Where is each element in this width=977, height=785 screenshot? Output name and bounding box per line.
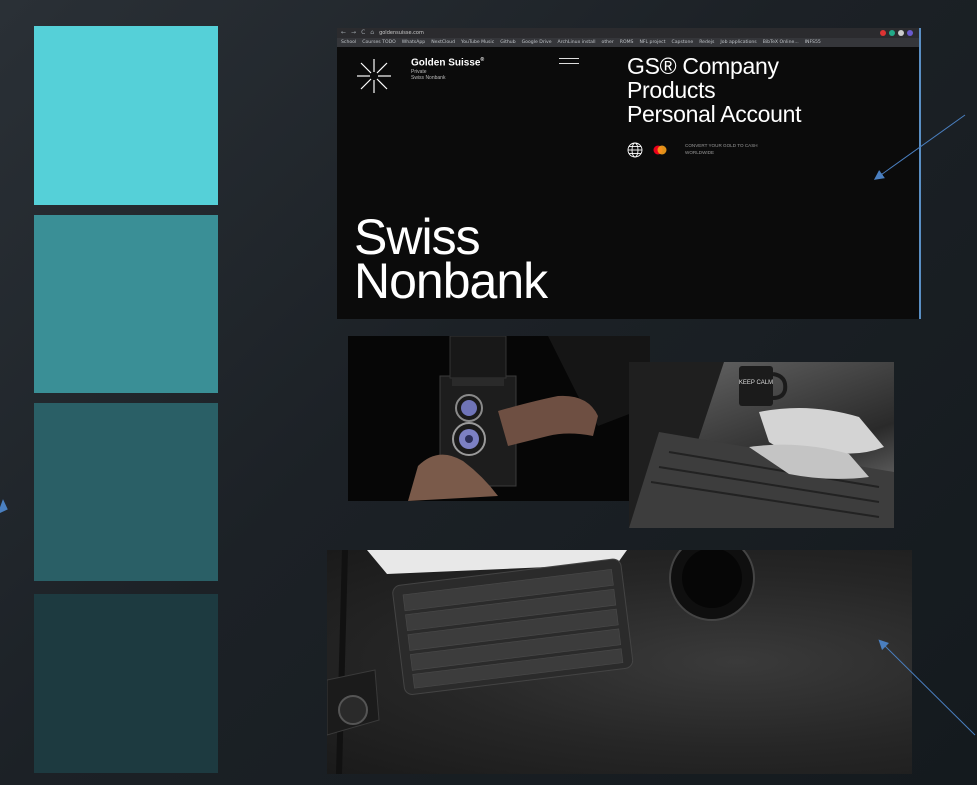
extension-red-icon[interactable] [880,30,886,36]
home-icon[interactable]: ⌂ [370,28,374,38]
forward-icon[interactable]: → [351,28,356,38]
bookmark-item[interactable]: other [602,40,614,45]
profile-avatar-icon[interactable] [907,30,913,36]
palette-swatch-3 [34,403,218,581]
palette-swatch-2 [34,215,218,393]
hero-line-2: Nonbank [354,253,548,309]
bookmark-item[interactable]: Redejs [699,40,714,45]
address-bar[interactable]: goldensuisse.com [379,28,424,38]
extension-icons [880,30,919,36]
hero-heading: Swiss Nonbank [354,212,548,309]
back-icon[interactable]: ← [341,28,346,38]
camera-photo [348,336,650,501]
arrow-left-edge [0,499,8,515]
bookmark-item[interactable]: Courses TODO [362,40,395,45]
convert-text-line-1: CONVERT YOUR GOLD TO CASH [685,143,758,148]
browser-screenshot: ← → C ⌂ goldensuisse.com School Courses T… [337,28,921,319]
bookmark-item[interactable]: WhatsApp [402,40,425,45]
palette-swatch-1 [34,26,218,205]
palette-swatch-4 [34,594,218,773]
globe-icon[interactable] [627,142,643,158]
bookmark-item[interactable]: School [341,40,356,45]
bookmark-item[interactable]: ROMS [620,40,634,45]
laptop-typing-photo: KEEP CALM [629,362,894,528]
bookmark-item[interactable]: Job applications [720,40,756,45]
bookmark-item[interactable]: INFS55 [805,40,821,45]
reload-icon[interactable]: C [361,28,365,38]
menu-item-company[interactable]: GS® Company [627,54,801,78]
bookmark-item[interactable]: Github [500,40,515,45]
mastercard-icon [653,145,667,155]
starburst-logo-icon [357,59,391,93]
site-menu: GS® Company Products Personal Account [627,54,802,126]
github-icon[interactable] [898,30,904,36]
extension-green-icon[interactable] [889,30,895,36]
browser-toolbar: ← → C ⌂ goldensuisse.com [337,28,919,38]
convert-text-line-2: WORLDWIDE [685,150,715,155]
brand-name[interactable]: Golden Suisse® [411,57,484,68]
brand-subtitle-2: Swiss Nonbank [411,75,446,81]
mug-text: KEEP CALM [739,380,773,386]
website-content: Golden Suisse® Private Swiss Nonbank GS®… [337,47,919,319]
bookmark-item[interactable]: NextCloud [431,40,455,45]
bookmark-item[interactable]: YouTube Music [461,40,494,45]
bookmarks-bar: School Courses TODO WhatsApp NextCloud YouTu… [337,38,919,47]
bookmark-item[interactable]: BibTeX Online... [763,40,799,45]
bookmark-item[interactable]: Capstone [672,40,694,45]
bookmark-item[interactable]: Google Drive [522,40,552,45]
bookmark-item[interactable]: ArchLinux install [558,40,596,45]
menu-item-account[interactable]: Personal Account [627,102,802,126]
desk-keyboard-photo [327,550,912,774]
bookmark-item[interactable]: NFL project [639,40,665,45]
menu-item-products[interactable]: Products [627,78,801,102]
hamburger-menu-icon[interactable] [559,58,579,64]
